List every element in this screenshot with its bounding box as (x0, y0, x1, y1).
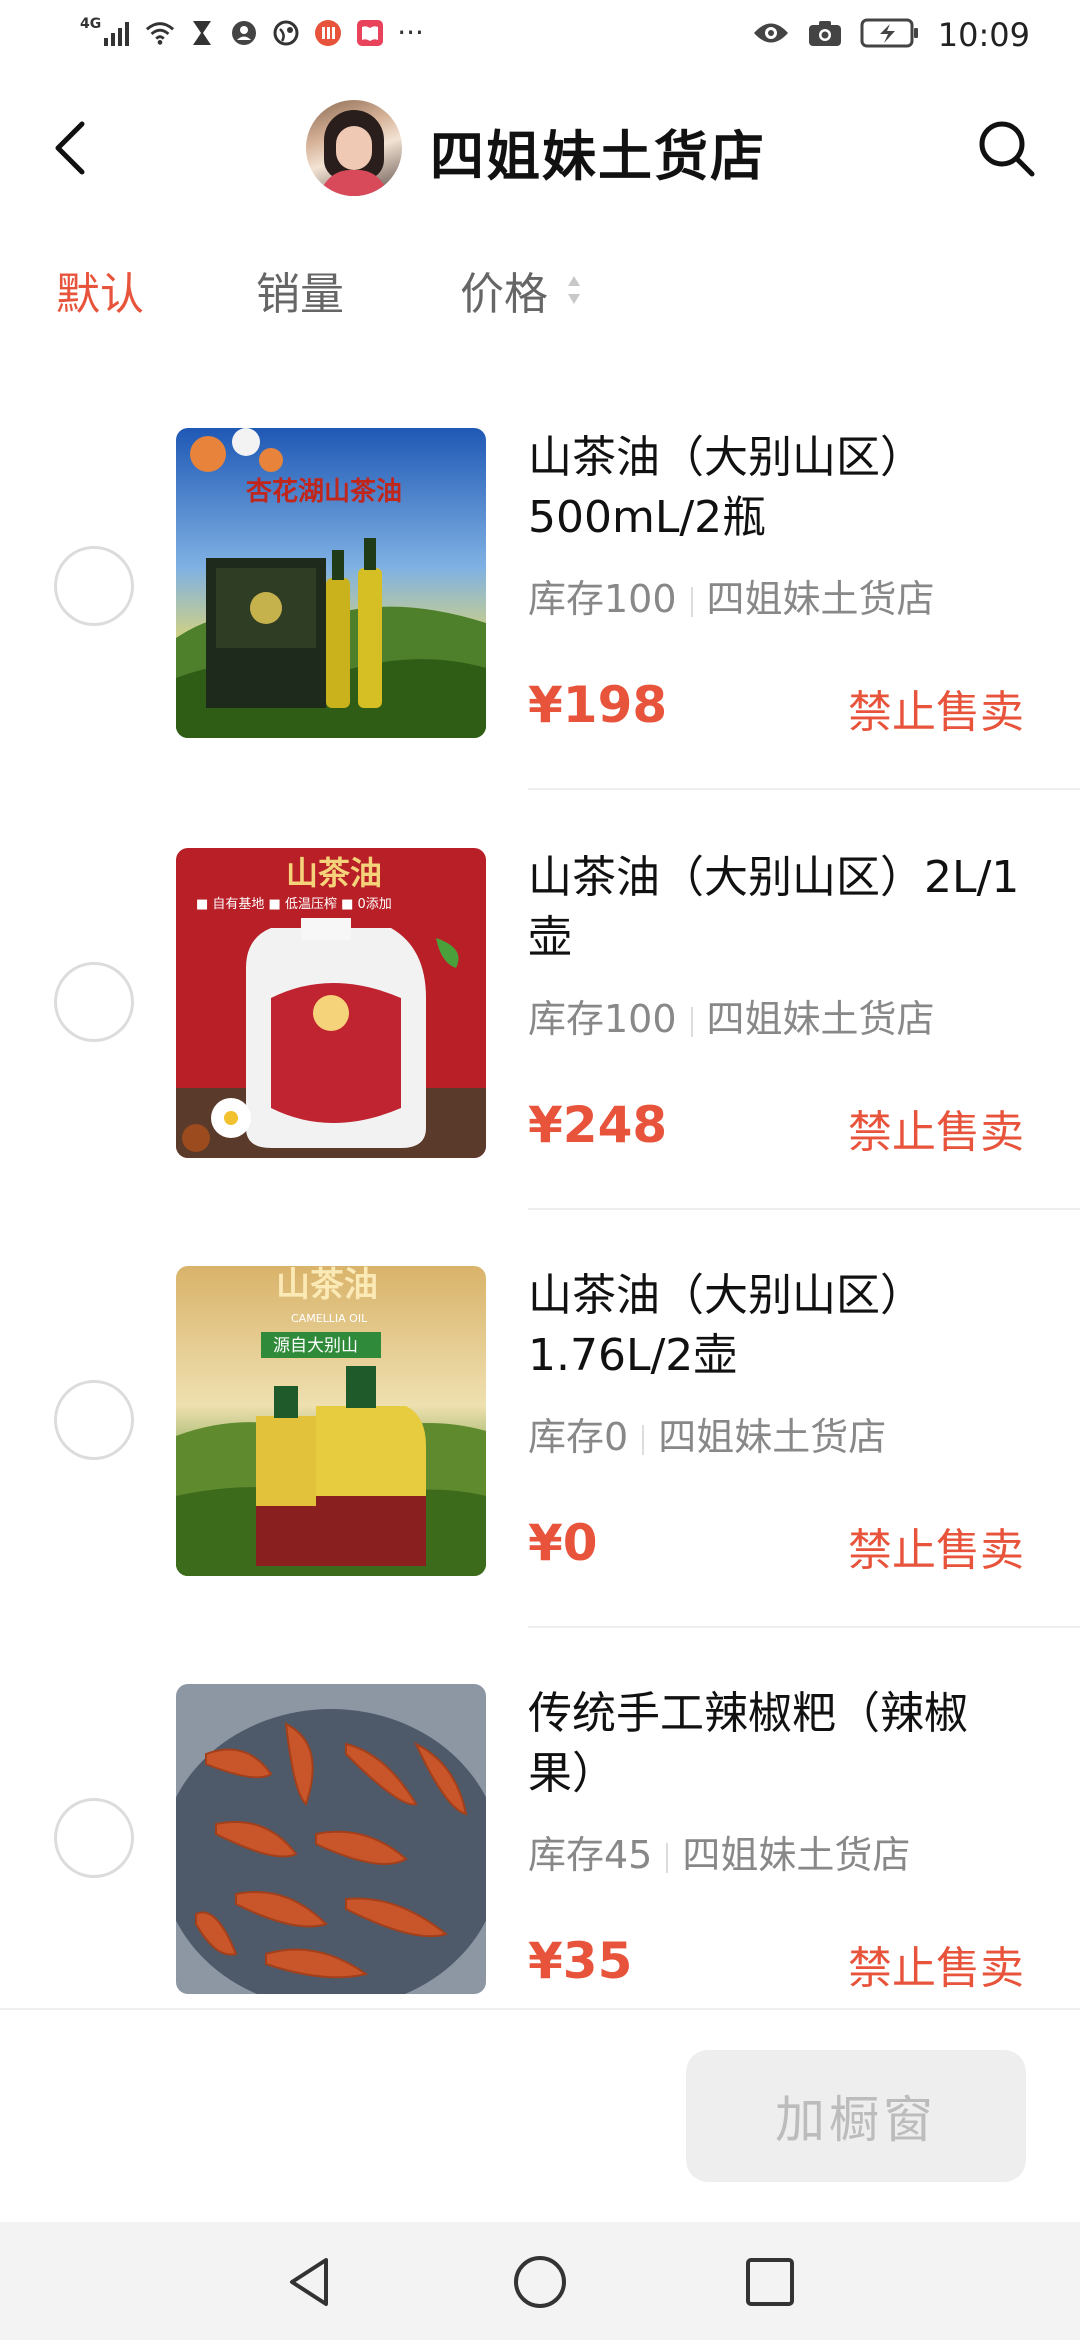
stock-count: 库存0 (528, 1415, 629, 1459)
triangle-back-icon (290, 2258, 328, 2306)
select-radio[interactable] (54, 1380, 134, 1460)
divider (528, 788, 1080, 790)
product-meta: 库存100 四姐妹土货店 (528, 988, 935, 1043)
contact-icon (229, 18, 259, 48)
product-image[interactable] (176, 1684, 486, 1994)
select-radio[interactable] (54, 1798, 134, 1878)
sale-status: 禁止售卖 (848, 687, 1024, 738)
network-type: 4G (80, 16, 102, 32)
system-nav-bar (0, 2222, 1080, 2340)
shop-name: 四姐妹土货店 (430, 125, 766, 188)
camellia-oil-jug-image: 山茶油 ■ 自有基地 ■ 低温压榨 ■ 0添加 (176, 848, 486, 1158)
product-title: 山茶油（大别山区）2L/1壶 (528, 852, 1020, 963)
product-title: 山茶油（大别山区）500mL/2瓶 (528, 432, 924, 543)
back-button[interactable] (44, 118, 104, 178)
shop-label: 四姐妹土货店 (706, 997, 935, 1041)
globe-icon (271, 18, 301, 48)
sale-status: 禁止售卖 (848, 1525, 1024, 1576)
product-meta: 库存0 四姐妹土货店 (528, 1406, 886, 1461)
nav-back-button[interactable] (280, 2252, 340, 2312)
tab-default[interactable]: 默认 (56, 258, 144, 322)
hourglass-icon (187, 18, 217, 48)
stock-count: 库存45 (528, 1833, 653, 1877)
search-icon (979, 121, 1035, 177)
product-price: ¥35 (528, 1932, 633, 1990)
shop-label: 四姐妹土货店 (682, 1833, 911, 1877)
product-meta: 库存45 四姐妹土货店 (528, 1824, 910, 1879)
camellia-oil-gift-box-image: 杏花湖山茶油 (176, 428, 486, 738)
sale-status: 禁止售卖 (848, 1107, 1024, 1158)
signal-icon (103, 18, 133, 48)
svg-text:源自大别山: 源自大别山 (273, 1336, 358, 1356)
circle-home-icon (514, 2256, 566, 2308)
shop-product-page: 4G ··· 10:09 四姐妹土货店 默认 销量 价格 杏花湖山茶油 山茶油（… (0, 0, 1080, 2340)
camera-icon (808, 19, 842, 51)
status-bar: 4G ··· 10:09 (0, 0, 1080, 72)
product-price: ¥0 (528, 1514, 598, 1572)
battery-icon (860, 18, 920, 52)
divider (528, 1208, 1080, 1210)
product-meta: 库存100 四姐妹土货店 (528, 568, 935, 623)
product-image[interactable]: 杏花湖山茶油 (176, 428, 486, 738)
svg-text:山茶油: 山茶油 (276, 1266, 378, 1305)
svg-text:杏花湖山茶油: 杏花湖山茶油 (246, 477, 402, 507)
product-title: 传统手工辣椒粑（辣椒果） (528, 1688, 968, 1799)
nav-home-button[interactable] (510, 2252, 570, 2312)
camellia-oil-bottles-image: 山茶油 CAMELLIA OIL 源自大别山 (176, 1266, 486, 1576)
product-title: 山茶油（大别山区）1.76L/2壶 (528, 1270, 924, 1381)
svg-text:CAMELLIA OIL: CAMELLIA OIL (291, 1312, 368, 1325)
product-item[interactable]: 山茶油 ■ 自有基地 ■ 低温压榨 ■ 0添加 山茶油（大别山区）2L/1壶 库… (0, 820, 1080, 1240)
product-price: ¥248 (528, 1096, 668, 1154)
bottom-action-bar: 加橱窗 (0, 2008, 1080, 2222)
select-radio[interactable] (54, 962, 134, 1042)
product-item[interactable]: 杏花湖山茶油 山茶油（大别山区）500mL/2瓶 库存100 四姐妹土货店 ¥19… (0, 400, 1080, 820)
eye-icon (752, 20, 790, 50)
wifi-icon (145, 18, 175, 48)
more-status-dots: ··· (397, 16, 424, 49)
product-price: ¥198 (528, 676, 668, 734)
svg-text:山茶油: 山茶油 (286, 854, 382, 892)
status-left-icons: 4G ··· (80, 16, 424, 49)
chevron-left-icon (55, 121, 85, 175)
product-image[interactable]: 山茶油 ■ 自有基地 ■ 低温压榨 ■ 0添加 (176, 848, 486, 1158)
stock-count: 库存100 (528, 577, 677, 621)
shop-avatar[interactable] (306, 100, 402, 196)
clock: 10:09 (937, 16, 1030, 54)
chili-snack-image (176, 1684, 486, 1994)
status-right-icons: 10:09 (752, 16, 1030, 54)
tab-price[interactable]: 价格 (460, 258, 548, 322)
sort-arrows-icon (568, 276, 580, 304)
product-item[interactable]: 山茶油 CAMELLIA OIL 源自大别山 山茶油（大别山区）1.76L/2壶… (0, 1240, 1080, 1660)
sale-status: 禁止售卖 (848, 1943, 1024, 1994)
add-to-window-button[interactable]: 加橱窗 (686, 2050, 1026, 2182)
book-icon (355, 18, 385, 48)
search-button[interactable] (974, 116, 1038, 180)
nav-recents-button[interactable] (740, 2252, 800, 2312)
sort-tabs: 默认 销量 价格 (0, 250, 1080, 330)
app-icon (313, 18, 343, 48)
square-recents-icon (746, 2258, 794, 2306)
svg-text:■ 自有基地 ■ 低温压榨 ■ 0添加: ■ 自有基地 ■ 低温压榨 ■ 0添加 (196, 896, 392, 912)
shop-label: 四姐妹土货店 (706, 577, 935, 621)
header: 四姐妹土货店 (0, 88, 1080, 208)
select-radio[interactable] (54, 546, 134, 626)
stock-count: 库存100 (528, 997, 677, 1041)
shop-label: 四姐妹土货店 (658, 1415, 887, 1459)
divider (528, 1626, 1080, 1628)
tab-sales[interactable]: 销量 (256, 258, 344, 322)
product-image[interactable]: 山茶油 CAMELLIA OIL 源自大别山 (176, 1266, 486, 1576)
